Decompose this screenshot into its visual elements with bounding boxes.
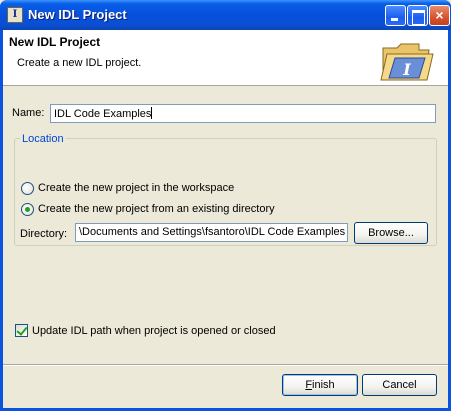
cancel-button[interactable]: Cancel xyxy=(362,374,437,396)
folder-idl-icon: I xyxy=(380,43,434,81)
update-path-checkbox[interactable] xyxy=(15,324,28,337)
radio-workspace-circle[interactable] xyxy=(21,182,34,195)
title-bar[interactable]: I New IDL Project × xyxy=(0,0,451,30)
banner-title: New IDL Project xyxy=(9,35,101,49)
wizard-banner: New IDL Project Create a new IDL project… xyxy=(3,30,448,86)
update-path-label: Update IDL path when project is opened o… xyxy=(32,325,276,337)
window-title: New IDL Project xyxy=(28,7,127,22)
directory-label: Directory: xyxy=(20,228,68,240)
text-caret xyxy=(151,107,153,119)
project-name-input[interactable]: IDL Code Examples xyxy=(50,104,436,123)
finish-label: inish xyxy=(312,379,335,391)
finish-button[interactable]: Finish xyxy=(282,374,358,396)
close-icon: × xyxy=(435,7,444,23)
minimize-button[interactable] xyxy=(385,5,406,26)
dialog-body: New IDL Project Create a new IDL project… xyxy=(3,30,448,408)
dialog-window: I New IDL Project × New IDL Project Crea… xyxy=(0,0,451,411)
radio-existing-circle[interactable] xyxy=(21,203,34,216)
svg-text:I: I xyxy=(402,60,411,79)
idl-icon: I xyxy=(7,7,23,23)
banner-subtitle: Create a new IDL project. xyxy=(17,57,142,69)
radio-existing-label: Create the new project from an existing … xyxy=(38,203,275,215)
directory-input[interactable]: \Documents and Settings\fsantoro\IDL Cod… xyxy=(75,223,348,242)
maximize-button[interactable] xyxy=(407,5,428,26)
location-legend: Location xyxy=(20,133,66,145)
close-button[interactable]: × xyxy=(429,5,450,26)
browse-button[interactable]: Browse... xyxy=(354,222,428,244)
radio-workspace-label: Create the new project in the workspace xyxy=(38,182,235,194)
project-name-value: IDL Code Examples xyxy=(54,108,152,120)
button-separator xyxy=(3,364,448,366)
name-label: Name: xyxy=(12,107,45,119)
